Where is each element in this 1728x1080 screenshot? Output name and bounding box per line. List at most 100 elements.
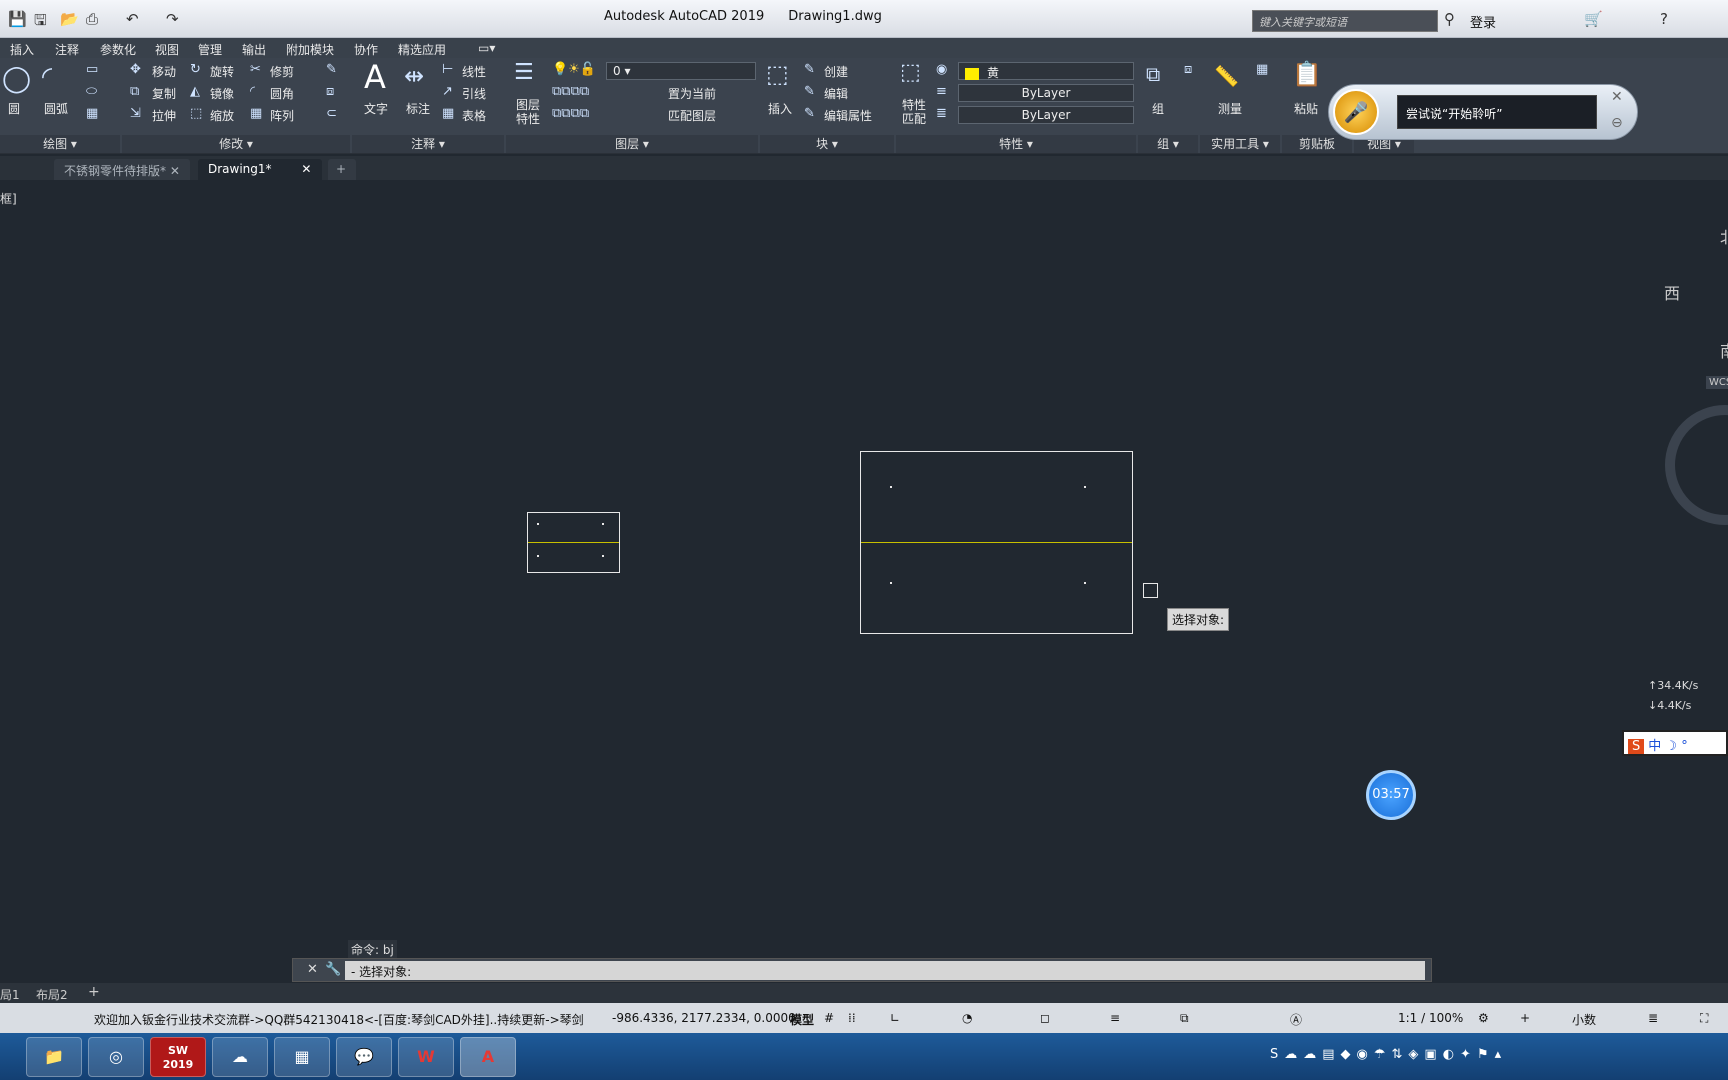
recording-timer[interactable]: 03:57 [1366, 770, 1416, 820]
new-tab-button[interactable]: + [328, 159, 356, 180]
cart-icon[interactable]: 🛒 [1584, 10, 1603, 28]
table-button[interactable]: 表格 [462, 107, 486, 124]
search-input[interactable]: 键入关键字或短语 [1252, 10, 1438, 32]
tab-drawing1[interactable]: Drawing1* ✕ [198, 159, 322, 180]
ungroup-icon[interactable]: ⧈ [1184, 62, 1192, 77]
autocad-taskbar-icon[interactable]: A [460, 1037, 516, 1077]
lineweight-dropdown[interactable]: ByLayer [958, 106, 1134, 124]
dimension-icon[interactable]: ⇹ [404, 62, 424, 90]
layer-tools-icon[interactable]: ⧉⧉⧉⧉ [552, 84, 589, 99]
units-dropdown[interactable]: 小数 [1572, 1011, 1596, 1028]
compass-south[interactable]: 南 [1720, 338, 1728, 362]
ime-toolbar[interactable]: S中 ☽ ° [1622, 730, 1728, 756]
menu-collaborate[interactable]: 协作 [354, 41, 378, 58]
groups-panel-title[interactable]: 组 ▾ [1138, 135, 1198, 153]
scale-dropdown[interactable]: 1:1 / 100% [1398, 1011, 1463, 1025]
wechat-icon[interactable]: 💬 [336, 1037, 392, 1077]
microphone-icon[interactable]: 🎤 [1333, 89, 1379, 135]
erase-icon[interactable]: ✎ [326, 62, 337, 77]
model-button[interactable]: 模型 [790, 1011, 814, 1028]
layer-properties-icon[interactable]: ☰ [514, 60, 534, 85]
tab-layout2[interactable]: 布局2 [36, 986, 68, 1003]
insert-label[interactable]: 插入 [768, 100, 792, 117]
menu-featured[interactable]: 精选应用 [398, 41, 446, 58]
tab-stainless-parts[interactable]: 不锈钢零件待排版* ✕ [54, 159, 190, 180]
compass-north[interactable]: 北 [1720, 224, 1728, 248]
binoculars-icon[interactable]: ⚲ [1444, 10, 1455, 28]
gear-icon[interactable]: ⚙ [1478, 1011, 1489, 1025]
polar-icon[interactable]: ◔ [962, 1011, 972, 1025]
stretch-button[interactable]: 拉伸 [152, 107, 176, 124]
add-layout-button[interactable]: + [88, 984, 100, 1000]
circle-icon[interactable]: ◯ [2, 64, 31, 94]
measure-icon[interactable]: 📏 [1214, 64, 1239, 88]
layers-panel-title[interactable]: 图层 ▾ [506, 135, 758, 153]
rotate-button[interactable]: 旋转 [210, 63, 234, 80]
edit-button[interactable]: 编辑 [824, 85, 848, 102]
ellipse-icon[interactable]: ⬭ [86, 84, 97, 99]
menu-view[interactable]: 视图 [155, 41, 179, 58]
menu-annotate[interactable]: 注释 [55, 41, 79, 58]
solidworks-icon[interactable]: SW 2019 [150, 1037, 206, 1077]
array-button[interactable]: 阵列 [270, 107, 294, 124]
compass-west[interactable]: 西 [1664, 280, 1680, 304]
arc-icon[interactable]: ◜ [42, 62, 52, 92]
close-icon[interactable]: ✕ [1611, 89, 1623, 105]
text-label[interactable]: 文字 [364, 100, 388, 117]
login-button[interactable]: 登录 [1470, 12, 1496, 31]
mirror-button[interactable]: 镜像 [210, 85, 234, 102]
redo-icon[interactable]: ↷ [166, 10, 179, 28]
measure-label[interactable]: 测量 [1218, 100, 1242, 117]
properties-panel-title[interactable]: 特性 ▾ [896, 135, 1136, 153]
snap-icon[interactable]: ⁞⁞ [848, 1011, 856, 1025]
wps-icon[interactable]: W [398, 1037, 454, 1077]
layer-tools2-icon[interactable]: ⧉⧉⧉⧉ [552, 106, 589, 121]
minimize-icon[interactable]: ⊖ [1611, 115, 1623, 131]
trim-button[interactable]: 修剪 [270, 63, 294, 80]
viewport-label[interactable]: 框] [0, 190, 17, 207]
linetype-dropdown[interactable]: ByLayer [958, 84, 1134, 102]
create-button[interactable]: 创建 [824, 63, 848, 80]
annotation-scale-icon[interactable]: Ⓐ [1290, 1011, 1302, 1028]
selection-cycling-icon[interactable]: ⧉ [1180, 1011, 1189, 1026]
clipboard-panel-title[interactable]: 剪贴板 [1282, 135, 1352, 153]
circle-label[interactable]: 圆 [8, 100, 20, 117]
modify-panel-title[interactable]: 修改 ▾ [122, 135, 350, 153]
arc-label[interactable]: 圆弧 [44, 100, 68, 117]
calculator-icon[interactable]: ▦ [1256, 62, 1268, 77]
close-icon[interactable]: ✕ [307, 962, 318, 977]
copy-button[interactable]: 复制 [152, 85, 176, 102]
paste-icon[interactable]: 📋 [1292, 60, 1322, 88]
leader-button[interactable]: 引线 [462, 85, 486, 102]
block-panel-title[interactable]: 块 ▾ [760, 135, 894, 153]
lineweight-toggle-icon[interactable]: ≡ [1110, 1011, 1120, 1025]
grid-icon[interactable]: # [824, 1011, 834, 1025]
wcs-menu[interactable]: WCS [1706, 376, 1728, 389]
coordinates[interactable]: -986.4336, 2177.2334, 0.0000 [612, 1011, 796, 1025]
draw-panel-title[interactable]: 绘图 ▾ [0, 135, 120, 153]
ortho-icon[interactable]: ∟ [890, 1011, 900, 1025]
print-icon[interactable]: ⎙ [86, 10, 98, 28]
app-icon[interactable]: ▦ [274, 1037, 330, 1077]
insert-icon[interactable]: ⬚ [766, 60, 789, 88]
help-icon[interactable]: ? [1660, 10, 1668, 28]
group-icon[interactable]: ⧉ [1146, 62, 1160, 86]
annotation-panel-title[interactable]: 注释 ▾ [352, 135, 504, 153]
move-button[interactable]: 移动 [152, 63, 176, 80]
fullscreen-icon[interactable]: ⛶ [1700, 1011, 1708, 1026]
large-rectangle-centerline[interactable] [861, 542, 1132, 543]
layer-dropdown[interactable]: 0 ▾ [606, 62, 756, 80]
set-current-button[interactable]: 置为当前 [668, 85, 716, 102]
camera-icon[interactable]: ▭▾ [478, 41, 495, 55]
viewcube-compass[interactable] [1665, 405, 1728, 525]
menu-manage[interactable]: 管理 [198, 41, 222, 58]
group-label[interactable]: 组 [1152, 100, 1164, 117]
menu-insert[interactable]: 插入 [10, 41, 34, 58]
plus-icon[interactable]: + [1520, 1011, 1530, 1025]
hatch-icon[interactable]: ▦ [86, 106, 98, 121]
menu-parametric[interactable]: 参数化 [100, 41, 136, 58]
browser-icon[interactable]: ◎ [88, 1037, 144, 1077]
tab-layout1[interactable]: 局1 [0, 986, 20, 1003]
paste-label[interactable]: 粘贴 [1294, 100, 1318, 117]
edit-attr-button[interactable]: 编辑属性 [824, 107, 872, 124]
